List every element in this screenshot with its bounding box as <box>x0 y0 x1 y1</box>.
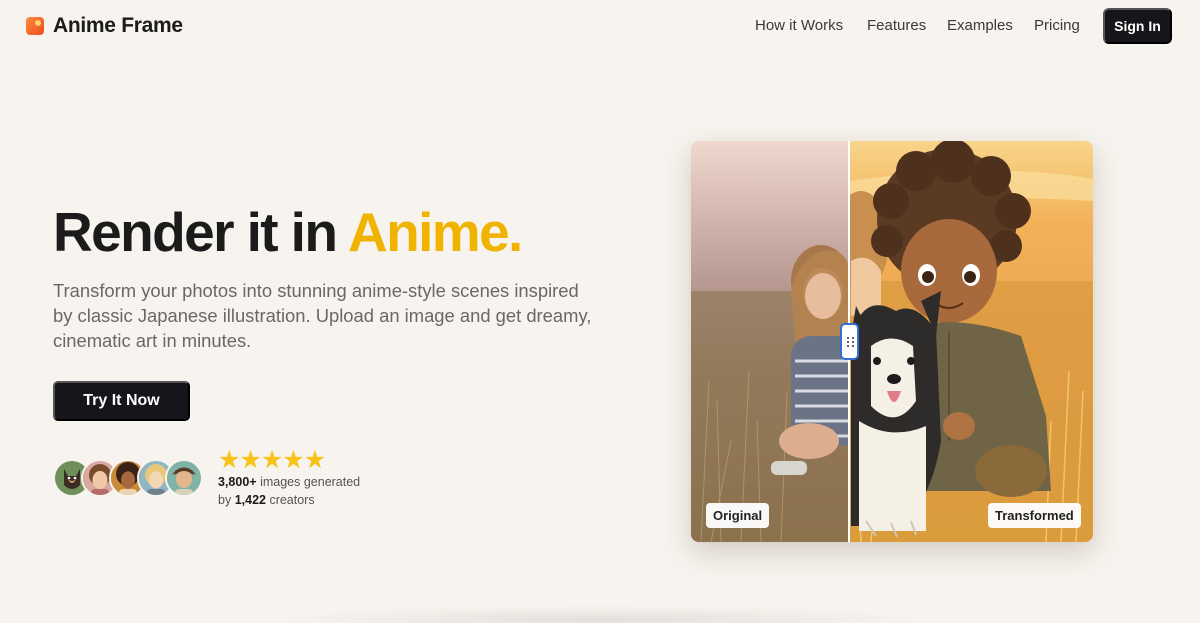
sign-in-button[interactable]: Sign In <box>1103 8 1172 44</box>
brand[interactable]: Anime Frame <box>26 13 183 39</box>
nav-link-how-it-works[interactable]: How it Works <box>755 17 843 34</box>
creators-count: 1,422 <box>234 493 266 507</box>
by-text: by <box>218 493 235 507</box>
hero-subtitle: Transform your photos into stunning anim… <box>53 280 592 351</box>
social-proof-text: 3,800+ images generated by 1,422 creator… <box>218 473 360 509</box>
creators-text: creators <box>265 493 315 507</box>
transformed-label: Transformed <box>988 503 1081 528</box>
creator-avatars <box>53 459 205 499</box>
avatar-boy <box>165 459 203 497</box>
brand-name: Anime Frame <box>53 14 183 37</box>
section-shadow <box>270 605 930 623</box>
nav-link-pricing[interactable]: Pricing <box>1034 17 1080 34</box>
star-icon: ★ <box>218 446 241 474</box>
top-nav: Anime Frame How it Works Features Exampl… <box>0 0 1200 52</box>
headline-accent: Anime. <box>347 201 523 263</box>
rating-stars: ★★★★★ <box>218 446 327 474</box>
hero-headline: Render it in Anime. <box>53 200 523 264</box>
grip-icon <box>846 336 854 347</box>
original-label: Original <box>706 503 770 528</box>
comparison-slider-handle[interactable] <box>840 323 859 360</box>
star-icon: ★ <box>260 446 284 474</box>
star-icon: ★ <box>239 446 262 474</box>
before-after-comparison[interactable]: Original Transformed <box>691 141 1093 542</box>
comparison-image <box>691 141 1093 542</box>
nav-link-examples[interactable]: Examples <box>947 17 1013 34</box>
images-count: 3,800+ <box>218 475 257 489</box>
headline-main: Render it in <box>53 201 348 263</box>
try-it-now-button[interactable]: Try It Now <box>53 381 190 421</box>
images-text: images generated <box>256 475 361 489</box>
brand-logo-icon <box>26 17 44 35</box>
nav-link-features[interactable]: Features <box>867 17 926 34</box>
star-icon: ★ <box>282 446 305 474</box>
star-icon: ★ <box>303 446 327 474</box>
